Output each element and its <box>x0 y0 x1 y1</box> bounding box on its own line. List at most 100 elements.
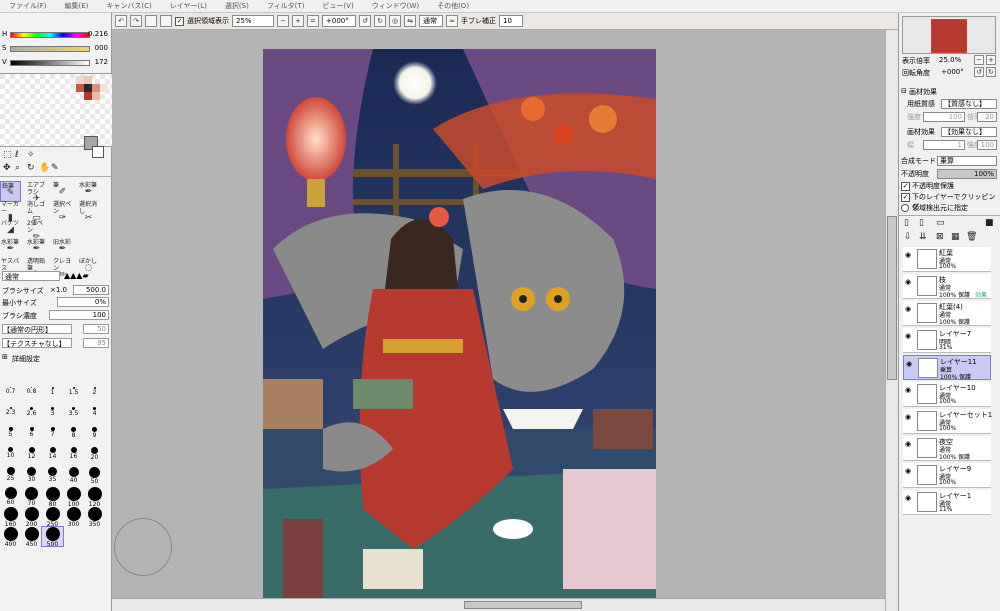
min-size-input[interactable]: 0% <box>57 297 109 307</box>
magic-wand-icon[interactable]: ✧ <box>27 150 35 160</box>
paper-strength-input[interactable]: 100 <box>923 112 965 122</box>
brush-tool-0[interactable]: 鉛筆 ✎ <box>0 181 21 202</box>
brush-tip-shapes[interactable]: ▲▲▲▰ <box>64 271 89 280</box>
invert-selection-button[interactable] <box>160 15 172 27</box>
eyedropper-icon[interactable]: ✎ <box>51 163 59 173</box>
brush-size-preset[interactable]: 5 <box>0 427 21 446</box>
zoom-icon[interactable]: ⌕ <box>15 163 20 173</box>
background-color[interactable] <box>92 146 104 158</box>
menu-item[interactable]: レイヤー(L) <box>161 1 216 11</box>
layer-row[interactable]: ◉ 紅葉(4) 通常 100% 保護 <box>903 301 991 326</box>
preserve-opacity-checkbox[interactable]: ✓ <box>901 182 910 191</box>
undo-button[interactable]: ↶ <box>115 15 127 27</box>
brush-size-preset[interactable]: 0.8 <box>21 387 42 406</box>
saturation-slider[interactable] <box>10 46 90 52</box>
brush-tool-6[interactable]: 選択ペン ✑ <box>52 200 73 221</box>
brush-size-preset[interactable]: 14 <box>42 447 63 466</box>
rotate-icon[interactable]: ↻ <box>27 163 35 173</box>
brush-size-preset[interactable]: 300 <box>63 507 84 528</box>
layer-row[interactable]: ◉ レイヤー9 通常 100% <box>903 463 991 488</box>
visibility-eye-icon[interactable]: ◉ <box>905 386 915 394</box>
selection-source-checkbox[interactable] <box>901 204 909 212</box>
texture-strength[interactable]: 95 <box>83 338 109 348</box>
layer-row[interactable]: ◉ レイヤー1 通常 11% <box>903 490 991 515</box>
brush-size-preset[interactable]: 250 <box>42 507 63 528</box>
visibility-eye-icon[interactable]: ◉ <box>905 305 915 313</box>
visibility-eye-icon[interactable]: ◉ <box>905 332 915 340</box>
menu-item[interactable]: その他(O) <box>428 1 478 11</box>
paper-texture-select[interactable]: 【質感なし】 <box>941 99 997 109</box>
menu-item[interactable]: 編集(E) <box>56 1 98 11</box>
nav-rotate-left-button[interactable]: ↺ <box>974 67 984 77</box>
flip-button[interactable]: ⇋ <box>404 15 416 27</box>
brush-size-preset[interactable]: 50 <box>84 467 105 486</box>
stabilizer-select[interactable]: 10 <box>499 15 523 27</box>
brush-size-preset[interactable]: 16 <box>63 447 84 466</box>
clipping-checkbox[interactable]: ✓ <box>901 193 910 202</box>
layer-row[interactable]: ◉ レイヤー11 乗算 100% 保護 <box>903 355 991 381</box>
brush-size-preset[interactable]: 30 <box>21 467 42 486</box>
menu-item[interactable]: フィルタ(T) <box>258 1 314 11</box>
brush-size-preset[interactable]: 4 <box>84 407 105 426</box>
brush-size-preset[interactable]: 500 <box>41 526 64 548</box>
density-input[interactable]: 100 <box>49 310 109 320</box>
brush-size-preset[interactable]: 3.5 <box>63 407 84 426</box>
nav-zoom-in-button[interactable]: + <box>986 55 996 65</box>
swatch[interactable] <box>84 84 92 92</box>
layer-row[interactable]: ◉ レイヤー10 通常 100% <box>903 382 991 407</box>
swatch[interactable] <box>84 76 92 84</box>
swatch[interactable] <box>76 76 84 84</box>
vertical-scrollbar[interactable] <box>885 30 898 611</box>
menu-item[interactable]: ウィンドウ(W) <box>363 1 428 11</box>
brush-tool-14[interactable]: 旧水彩 ✒ <box>52 238 73 259</box>
brush-size-preset[interactable]: 6 <box>21 427 42 446</box>
brush-size-preset[interactable]: 120 <box>84 487 105 508</box>
opacity-slider[interactable]: 100% <box>937 169 997 179</box>
zoom-out-button[interactable]: − <box>277 15 289 27</box>
texture-select[interactable]: 【テクスチャなし】 <box>2 338 72 348</box>
selection-display-checkbox[interactable]: ✓ <box>175 16 184 26</box>
brush-size-preset[interactable]: 200 <box>21 507 42 528</box>
brush-size-preset[interactable]: 70 <box>21 487 42 507</box>
brush-tool-12[interactable]: 水彩筆 ✒ <box>0 238 21 259</box>
brush-size-preset[interactable]: 25 <box>0 467 21 486</box>
brush-mode-select[interactable]: 通常 <box>2 271 60 281</box>
deselect-button[interactable] <box>145 15 157 27</box>
brush-tool-5[interactable]: 消しゴム ▭ <box>26 200 47 221</box>
nav-zoom-out-button[interactable]: − <box>974 55 984 65</box>
effect-width-input[interactable]: 1 <box>923 140 965 150</box>
visibility-eye-icon[interactable]: ◉ <box>905 251 915 259</box>
brush-size-preset[interactable]: 450 <box>21 527 42 548</box>
new-linework-layer-icon[interactable]: ▯ <box>919 218 924 228</box>
horizontal-scrollbar[interactable] <box>112 598 885 611</box>
visibility-eye-icon[interactable]: ◉ <box>905 467 915 475</box>
brush-size-preset[interactable]: 1.5 <box>63 387 84 406</box>
layer-row[interactable]: ◉ レイヤー7 明暗 31% <box>903 328 991 353</box>
brush-size-preset[interactable]: 400 <box>0 527 21 548</box>
delete-layer-icon[interactable]: 🗑 <box>966 232 977 242</box>
rect-select-icon[interactable]: ⬚ <box>3 150 12 160</box>
brush-size-preset[interactable]: 0.7 <box>0 387 21 406</box>
brush-tool-9[interactable]: 2値ペン ✏ <box>26 219 47 240</box>
horizontal-scroll-thumb[interactable] <box>464 601 582 609</box>
rotate-left-button[interactable]: ↺ <box>359 15 371 27</box>
brush-size-input[interactable]: 500.0 <box>73 285 109 295</box>
merge-all-icon[interactable]: ⊠ <box>936 232 944 242</box>
menu-item[interactable]: ファイル(F) <box>0 1 56 11</box>
visibility-eye-icon[interactable]: ◉ <box>905 278 915 286</box>
brush-size-preset[interactable]: 2.6 <box>21 407 42 426</box>
artwork-canvas[interactable] <box>263 49 656 599</box>
rotation-select[interactable]: +000° <box>322 15 356 27</box>
clear-layer-icon[interactable]: ▦ <box>951 232 960 242</box>
brush-size-preset[interactable]: 60 <box>0 487 21 506</box>
collapse-icon[interactable]: ⊟ <box>901 87 907 95</box>
hue-slider[interactable] <box>10 32 90 38</box>
brush-tool-10[interactable] <box>52 219 73 240</box>
effect-strength-input[interactable]: 100 <box>977 140 997 150</box>
brush-size-preset[interactable]: 1 <box>42 387 63 406</box>
brush-tool-1[interactable]: エアブラシ ✈ <box>26 181 47 202</box>
brush-size-preset[interactable]: 7 <box>42 427 63 446</box>
brush-tool-13[interactable]: 水彩筆 ✒ <box>26 238 47 259</box>
rotate-right-button[interactable]: ↻ <box>374 15 386 27</box>
new-layer-icon[interactable]: ▯ <box>904 218 909 228</box>
